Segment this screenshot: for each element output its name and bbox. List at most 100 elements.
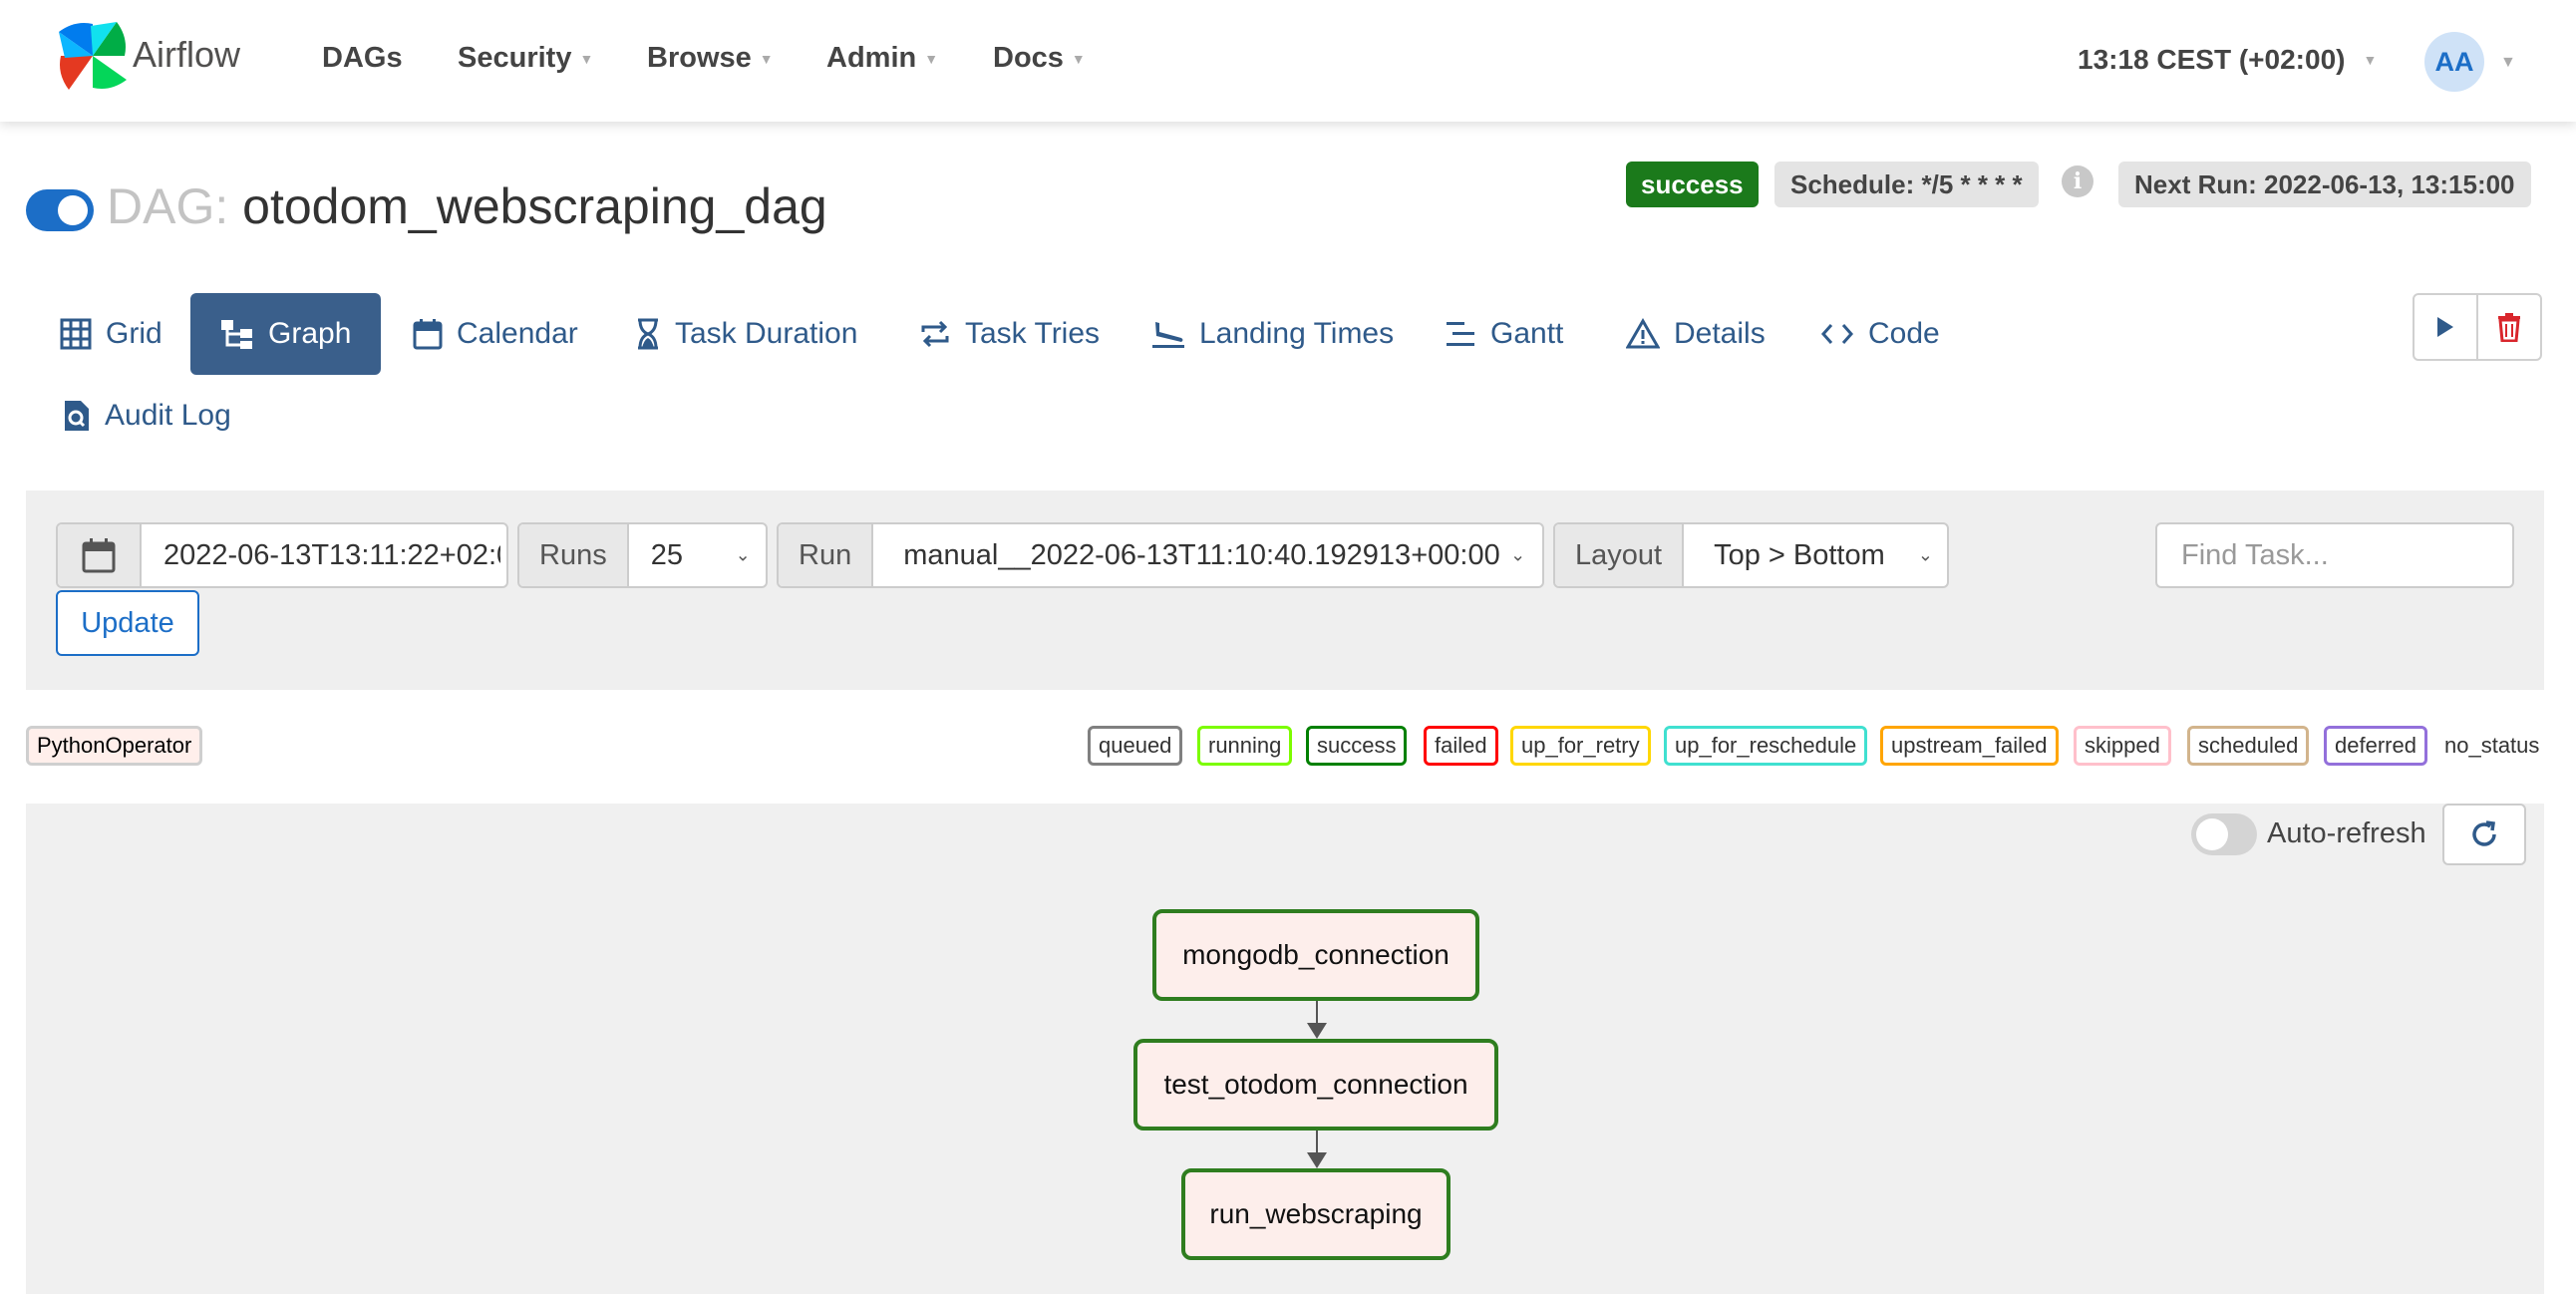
retry-icon [921, 320, 949, 348]
tab-details[interactable]: Details [1596, 293, 1795, 375]
auto-refresh-label: Auto-refresh [2267, 817, 2426, 849]
calendar-picker-button[interactable] [58, 524, 142, 586]
base-date-input[interactable]: 2022-06-13T13:11:22+02:00 [142, 524, 500, 586]
tab-task-tries[interactable]: Task Tries [889, 293, 1129, 375]
page-title: DAG: otodom_webscraping_dag [107, 177, 827, 235]
grid-icon [60, 318, 92, 350]
runs-group: Runs 25 ⌄ [517, 522, 768, 588]
next-run-badge: Next Run: 2022-06-13, 13:15:00 [2118, 162, 2531, 207]
nav-browse[interactable]: Browse ▼ [647, 42, 774, 75]
trash-icon [2498, 313, 2520, 342]
state-legend-skipped[interactable]: skipped [2074, 726, 2171, 766]
tab-gantt[interactable]: Gantt [1415, 293, 1593, 375]
layout-select-value: Top > Bottom [1714, 538, 1885, 571]
tab-label: Task Duration [675, 317, 858, 350]
airflow-logo-icon[interactable] [55, 18, 131, 94]
runs-select-value: 25 [650, 538, 683, 571]
run-select-value: manual__2022-06-13T11:10:40.192913+00:00 [903, 538, 1500, 571]
run-label: Run [779, 524, 874, 586]
dag-title-prefix: DAG: [107, 178, 229, 234]
caret-down-icon: ▼ [924, 50, 939, 67]
dag-state-badge: success [1626, 162, 1759, 207]
tab-task-duration[interactable]: Task Duration [605, 293, 887, 375]
tab-graph[interactable]: Graph [190, 293, 382, 375]
file-search-icon [65, 401, 89, 431]
dag-id: otodom_webscraping_dag [242, 178, 827, 234]
tab-label: Graph [268, 317, 352, 350]
refresh-button[interactable] [2442, 804, 2526, 865]
graph-edge [1316, 1001, 1318, 1023]
tab-label: Calendar [457, 317, 578, 350]
base-date-group: 2022-06-13T13:11:22+02:00 [56, 522, 508, 588]
tab-landing-times[interactable]: Landing Times [1122, 293, 1424, 375]
nav-security[interactable]: Security ▼ [458, 42, 593, 75]
layout-group: Layout Top > Bottom ⌄ [1553, 522, 1949, 588]
caret-down-icon: ▼ [579, 50, 594, 67]
state-legend-deferred[interactable]: deferred [2324, 726, 2427, 766]
code-icon [1820, 324, 1854, 344]
state-legend-scheduled[interactable]: scheduled [2187, 726, 2310, 766]
tab-label: Grid [106, 317, 162, 350]
caret-down-icon: ▼ [759, 50, 774, 67]
run-select[interactable]: manual__2022-06-13T11:10:40.192913+00:00… [873, 524, 1539, 586]
play-icon [2437, 317, 2453, 337]
brand-name[interactable]: Airflow [133, 34, 240, 76]
runs-select[interactable]: 25 ⌄ [629, 524, 765, 586]
operator-legend-chip[interactable]: PythonOperator [26, 726, 203, 766]
runs-label: Runs [519, 524, 629, 586]
task-node-mongodb-connection[interactable]: mongodb_connection [1152, 909, 1479, 1001]
info-icon[interactable]: i [2062, 165, 2093, 197]
tab-label: Audit Log [105, 399, 231, 432]
tab-label: Details [1674, 317, 1766, 350]
graph-icon [221, 320, 252, 349]
caret-down-icon: ▼ [2363, 52, 2378, 68]
layout-label: Layout [1555, 524, 1685, 586]
nav-docs[interactable]: Docs ▼ [993, 42, 1086, 75]
state-legend-running[interactable]: running [1197, 726, 1293, 766]
state-legend-upstream-failed[interactable]: upstream_failed [1880, 726, 2059, 766]
nav-admin-label: Admin [826, 42, 917, 74]
task-node-run-webscraping[interactable]: run_webscraping [1181, 1168, 1450, 1260]
chevron-down-icon: ⌄ [1917, 544, 1933, 565]
timezone-dropdown[interactable]: 13:18 CEST (+02:00) ▼ [2078, 44, 2377, 76]
tab-audit-log[interactable]: Audit Log [33, 375, 261, 457]
state-legend-up-for-reschedule[interactable]: up_for_reschedule [1664, 726, 1868, 766]
update-button[interactable]: Update [56, 590, 199, 656]
dag-pause-toggle[interactable] [26, 189, 94, 231]
tab-label: Code [1868, 317, 1940, 350]
auto-refresh-toggle[interactable] [2191, 813, 2257, 855]
chevron-down-icon: ⌄ [735, 544, 751, 565]
nav-browse-label: Browse [647, 42, 752, 74]
trigger-dag-button[interactable] [2413, 293, 2478, 361]
warning-triangle-icon [1626, 318, 1660, 349]
refresh-icon [2472, 820, 2496, 846]
hourglass-icon [638, 318, 658, 350]
tab-code[interactable]: Code [1790, 293, 1970, 375]
delete-dag-button[interactable] [2476, 293, 2542, 361]
clock-label: 13:18 CEST (+02:00) [2078, 44, 2346, 75]
plane-landing-icon [1152, 322, 1184, 348]
calendar-icon [413, 319, 443, 350]
user-avatar[interactable]: AA [2424, 32, 2484, 92]
state-legend-success[interactable]: success [1306, 726, 1408, 766]
tab-label: Gantt [1490, 317, 1564, 350]
nav-dags[interactable]: DAGs [322, 42, 403, 75]
schedule-badge: Schedule: */5 * * * * [1774, 162, 2039, 207]
run-group: Run manual__2022-06-13T11:10:40.192913+0… [777, 522, 1544, 588]
caret-down-icon[interactable]: ▼ [2500, 54, 2516, 72]
state-legend-no-status[interactable]: no_status [2444, 726, 2539, 766]
caret-down-icon: ▼ [1071, 50, 1086, 67]
state-legend-failed[interactable]: failed [1424, 726, 1498, 766]
nav-admin[interactable]: Admin ▼ [826, 42, 938, 75]
task-node-test-otodom-connection[interactable]: test_otodom_connection [1133, 1039, 1498, 1131]
state-legend-up-for-retry[interactable]: up_for_retry [1510, 726, 1651, 766]
tab-calendar[interactable]: Calendar [383, 293, 608, 375]
calendar-icon [82, 538, 116, 573]
tab-grid[interactable]: Grid [30, 293, 192, 375]
state-legend-queued[interactable]: queued [1088, 726, 1183, 766]
nav-dags-label: DAGs [322, 42, 403, 74]
filter-bar [26, 490, 2544, 690]
layout-select[interactable]: Top > Bottom ⌄ [1684, 524, 1947, 586]
edge-arrow [1307, 1152, 1327, 1168]
find-task-input[interactable]: Find Task... [2155, 522, 2514, 588]
